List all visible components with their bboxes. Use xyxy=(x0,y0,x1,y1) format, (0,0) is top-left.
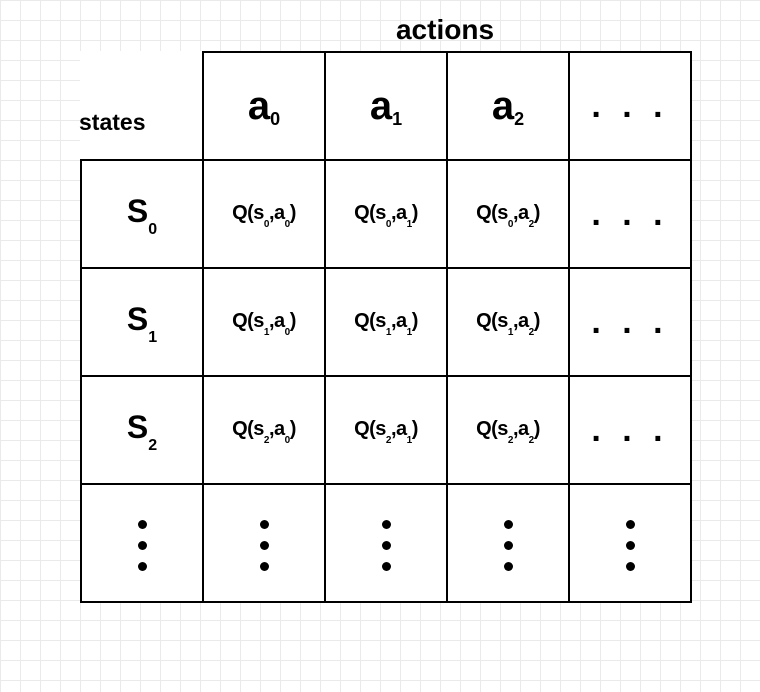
horizontal-ellipsis-icon: . . . xyxy=(591,87,668,125)
cell-s1-a0: Q(s1,a0) xyxy=(203,268,325,376)
row-header-more xyxy=(81,484,203,602)
cell-s0-more: . . . xyxy=(569,160,691,268)
vertical-ellipsis-icon xyxy=(626,520,635,571)
horizontal-ellipsis-icon: . . . xyxy=(591,411,668,449)
col-header-a0: a0 xyxy=(203,52,325,160)
vertical-ellipsis-icon xyxy=(382,520,391,571)
cell-more-a0 xyxy=(203,484,325,602)
cell-s1-a2: Q(s1,a2) xyxy=(447,268,569,376)
vertical-ellipsis-icon xyxy=(138,520,147,571)
q-table: a0 a1 a2 . . . S0 Q(s0,a0) Q(s0,a1) Q(s0… xyxy=(80,51,692,603)
row-header-s2: S2 xyxy=(81,376,203,484)
col-header-a2: a2 xyxy=(447,52,569,160)
vertical-ellipsis-icon xyxy=(504,520,513,571)
row-header-s1: S1 xyxy=(81,268,203,376)
corner-empty-cell xyxy=(81,52,203,160)
cell-more-a1 xyxy=(325,484,447,602)
cell-s2-more: . . . xyxy=(569,376,691,484)
actions-label: actions xyxy=(200,14,690,46)
cell-s2-a1: Q(s2,a1) xyxy=(325,376,447,484)
cell-s2-a2: Q(s2,a2) xyxy=(447,376,569,484)
col-header-a1: a1 xyxy=(325,52,447,160)
cell-s1-a1: Q(s1,a1) xyxy=(325,268,447,376)
cell-more-more xyxy=(569,484,691,602)
cell-s0-a1: Q(s0,a1) xyxy=(325,160,447,268)
states-label: states xyxy=(79,109,145,136)
vertical-ellipsis-icon xyxy=(260,520,269,571)
cell-s0-a0: Q(s0,a0) xyxy=(203,160,325,268)
horizontal-ellipsis-icon: . . . xyxy=(591,303,668,341)
horizontal-ellipsis-icon: . . . xyxy=(591,195,668,233)
row-header-s0: S0 xyxy=(81,160,203,268)
cell-s2-a0: Q(s2,a0) xyxy=(203,376,325,484)
cell-s0-a2: Q(s0,a2) xyxy=(447,160,569,268)
col-header-more: . . . xyxy=(569,52,691,160)
cell-s1-more: . . . xyxy=(569,268,691,376)
cell-more-a2 xyxy=(447,484,569,602)
